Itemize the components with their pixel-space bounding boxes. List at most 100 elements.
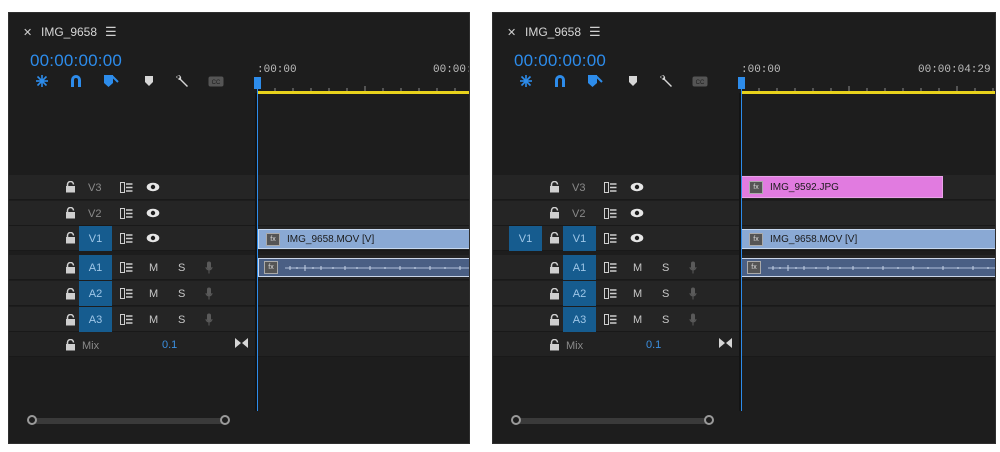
toggle-sync-lock-icon[interactable] [119, 287, 133, 299]
lock-icon[interactable] [63, 338, 77, 352]
eye-icon[interactable] [630, 207, 644, 219]
sequence-tab-title[interactable]: IMG_9658 [41, 25, 97, 39]
toggle-sync-lock-icon[interactable] [119, 181, 133, 193]
eye-icon[interactable] [146, 207, 160, 219]
time-ruler[interactable] [741, 83, 996, 91]
microphone-icon[interactable] [204, 286, 214, 300]
microphone-icon[interactable] [204, 312, 214, 326]
mute-button[interactable]: M [633, 314, 642, 326]
lock-icon[interactable] [547, 287, 561, 301]
toggle-sync-lock-icon[interactable] [119, 232, 133, 244]
image-clip[interactable]: fx IMG_9592.JPG [741, 176, 943, 198]
video-clip[interactable]: fx IMG_9658.MOV [V] [258, 229, 469, 249]
lock-icon[interactable] [547, 180, 561, 194]
wrench-icon[interactable] [173, 73, 191, 89]
lock-icon[interactable] [63, 261, 77, 275]
solo-button[interactable]: S [662, 288, 669, 300]
solo-button[interactable]: S [178, 314, 185, 326]
snap-icon[interactable] [517, 73, 535, 89]
toggle-sync-lock-icon[interactable] [603, 232, 617, 244]
audio-clip[interactable]: fx [741, 258, 995, 277]
add-marker-icon[interactable] [102, 73, 120, 89]
microphone-icon[interactable] [688, 312, 698, 326]
track-target-v1[interactable]: V1 [563, 226, 596, 251]
source-patch-v1[interactable]: V1 [509, 226, 542, 251]
mix-panner-icon[interactable] [234, 337, 248, 349]
mix-panner-icon[interactable] [718, 337, 732, 349]
work-area-bar[interactable] [257, 91, 469, 94]
toggle-sync-lock-icon[interactable] [603, 181, 617, 193]
solo-button[interactable]: S [178, 288, 185, 300]
microphone-icon[interactable] [688, 260, 698, 274]
marker-icon[interactable] [140, 73, 158, 89]
captions-icon[interactable]: CC [207, 73, 225, 89]
snap-icon[interactable] [33, 73, 51, 89]
add-marker-icon[interactable] [586, 73, 604, 89]
close-tab-icon[interactable]: ✕ [23, 26, 32, 39]
lock-icon[interactable] [547, 231, 561, 245]
lock-icon[interactable] [63, 206, 77, 220]
toggle-sync-lock-icon[interactable] [603, 207, 617, 219]
toggle-sync-lock-icon[interactable] [603, 313, 617, 325]
playhead-line[interactable] [741, 85, 742, 415]
scrollbar-right-handle[interactable] [220, 415, 230, 425]
horizontal-scrollbar[interactable] [31, 418, 226, 424]
marker-icon[interactable] [624, 73, 642, 89]
lock-icon[interactable] [63, 287, 77, 301]
toggle-sync-lock-icon[interactable] [119, 261, 133, 273]
track-target-a1[interactable]: A1 [79, 255, 112, 280]
playhead-timecode[interactable]: 00:00:00:00 [30, 51, 122, 71]
mute-button[interactable]: M [149, 314, 158, 326]
lock-icon[interactable] [63, 313, 77, 327]
microphone-icon[interactable] [204, 260, 214, 274]
lock-icon[interactable] [547, 313, 561, 327]
solo-button[interactable]: S [662, 314, 669, 326]
work-area-bar[interactable] [741, 91, 995, 94]
lock-icon[interactable] [63, 231, 77, 245]
toggle-sync-lock-icon[interactable] [119, 313, 133, 325]
lock-icon[interactable] [63, 180, 77, 194]
scrollbar-left-handle[interactable] [511, 415, 521, 425]
mix-volume-value[interactable]: 0.1 [646, 339, 661, 351]
panel-menu-icon[interactable]: ☰ [589, 24, 601, 40]
microphone-icon[interactable] [688, 286, 698, 300]
captions-icon[interactable]: CC [691, 73, 709, 89]
video-clip[interactable]: fx IMG_9658.MOV [V] [741, 229, 995, 249]
playhead-timecode[interactable]: 00:00:00:00 [514, 51, 606, 71]
time-ruler[interactable] [257, 83, 470, 91]
lock-icon[interactable] [547, 261, 561, 275]
lock-icon[interactable] [547, 338, 561, 352]
track-target-a3[interactable]: A3 [79, 307, 112, 332]
toggle-sync-lock-icon[interactable] [603, 261, 617, 273]
track-target-a3[interactable]: A3 [563, 307, 596, 332]
mute-button[interactable]: M [633, 288, 642, 300]
wrench-icon[interactable] [657, 73, 675, 89]
eye-icon[interactable] [630, 181, 644, 193]
toggle-sync-lock-icon[interactable] [119, 207, 133, 219]
sequence-tab-title[interactable]: IMG_9658 [525, 25, 581, 39]
solo-button[interactable]: S [178, 262, 185, 274]
track-target-v1[interactable]: V1 [79, 226, 112, 251]
linked-selection-icon[interactable] [67, 73, 85, 89]
panel-menu-icon[interactable]: ☰ [105, 24, 117, 40]
scrollbar-right-handle[interactable] [704, 415, 714, 425]
playhead-line[interactable] [257, 85, 258, 415]
mute-button[interactable]: M [633, 262, 642, 274]
track-target-a2[interactable]: A2 [563, 281, 596, 306]
solo-button[interactable]: S [662, 262, 669, 274]
eye-icon[interactable] [146, 232, 160, 244]
mute-button[interactable]: M [149, 262, 158, 274]
track-target-a1[interactable]: A1 [563, 255, 596, 280]
lock-icon[interactable] [547, 206, 561, 220]
scrollbar-left-handle[interactable] [27, 415, 37, 425]
eye-icon[interactable] [630, 232, 644, 244]
linked-selection-icon[interactable] [551, 73, 569, 89]
toggle-sync-lock-icon[interactable] [603, 287, 617, 299]
audio-clip[interactable]: fx [258, 258, 469, 277]
mute-button[interactable]: M [149, 288, 158, 300]
eye-icon[interactable] [146, 181, 160, 193]
horizontal-scrollbar[interactable] [515, 418, 710, 424]
track-target-a2[interactable]: A2 [79, 281, 112, 306]
close-tab-icon[interactable]: ✕ [507, 26, 516, 39]
mix-volume-value[interactable]: 0.1 [162, 339, 177, 351]
